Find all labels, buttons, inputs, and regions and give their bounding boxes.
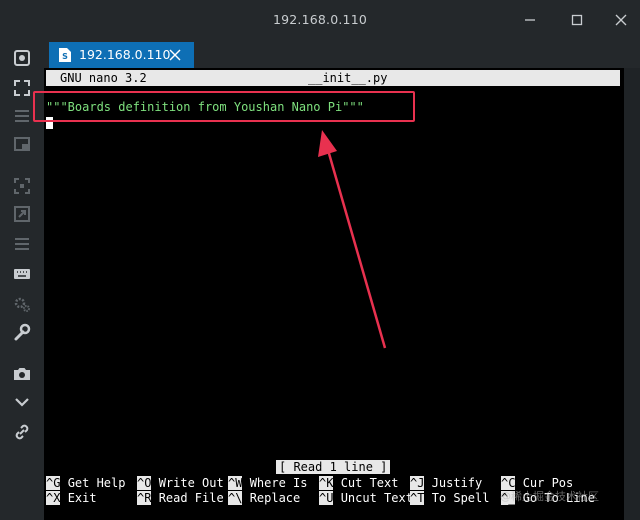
shortcut-to-spell: ^T To Spell (410, 491, 490, 505)
close-icon[interactable] (611, 10, 631, 30)
settings-icon[interactable] (12, 294, 32, 314)
shortcut-uncut-text: ^U Uncut Text (319, 491, 413, 505)
tab-label: 192.168.0.110 (79, 47, 171, 62)
shortcut-cut-text: ^K Cut Text (319, 476, 399, 490)
link-icon[interactable] (12, 422, 32, 442)
svg-text:S: S (62, 52, 68, 61)
screenshot-icon[interactable] (12, 48, 32, 68)
window-title: 192.168.0.110 (272, 12, 368, 27)
shortcut-justify: ^J Justify (410, 476, 483, 490)
minimize-icon[interactable] (520, 10, 540, 30)
terminal-area[interactable]: GNU nano 3.2 __init__.py """Boards defin… (44, 68, 624, 520)
close-tab-icon[interactable] (167, 47, 183, 63)
chevron-down-icon[interactable] (12, 392, 32, 412)
file-name: __init__.py (308, 71, 388, 85)
nano-header: GNU nano 3.2 __init__.py (46, 70, 620, 86)
resize-icon[interactable] (12, 204, 32, 224)
wrench-icon[interactable] (12, 322, 32, 342)
keyboard-icon[interactable] (12, 264, 32, 284)
tab-session[interactable]: S 192.168.0.110 (49, 42, 194, 68)
tab-bar: S 192.168.0.110 (44, 40, 640, 68)
window-icon[interactable] (12, 134, 32, 154)
session-file-icon: S (59, 48, 71, 62)
title-bar: 192.168.0.110 (0, 0, 640, 40)
shortcut-write-out: ^O Write Out (137, 476, 224, 490)
annotation-box (33, 91, 415, 122)
menu-icon[interactable] (12, 106, 32, 126)
shortcut-where-is: ^W Where Is (228, 476, 308, 490)
fullscreen-icon[interactable] (12, 78, 32, 98)
shortcut-read-file: ^R Read File (137, 491, 224, 505)
watermark: @稀土掘金技术社区 (500, 490, 599, 503)
shortcut-replace: ^\ Replace (228, 491, 301, 505)
shortcut-exit: ^X Exit (46, 491, 97, 505)
maximize-icon[interactable] (567, 10, 587, 30)
shortcut-get-help: ^G Get Help (46, 476, 126, 490)
list-icon[interactable] (12, 234, 32, 254)
select-icon[interactable] (12, 176, 32, 196)
status-message: [ Read 1 line ] (276, 460, 391, 474)
camera-icon[interactable] (12, 364, 32, 384)
nano-version: GNU nano 3.2 (60, 71, 147, 85)
scrollbar[interactable] (624, 68, 640, 520)
